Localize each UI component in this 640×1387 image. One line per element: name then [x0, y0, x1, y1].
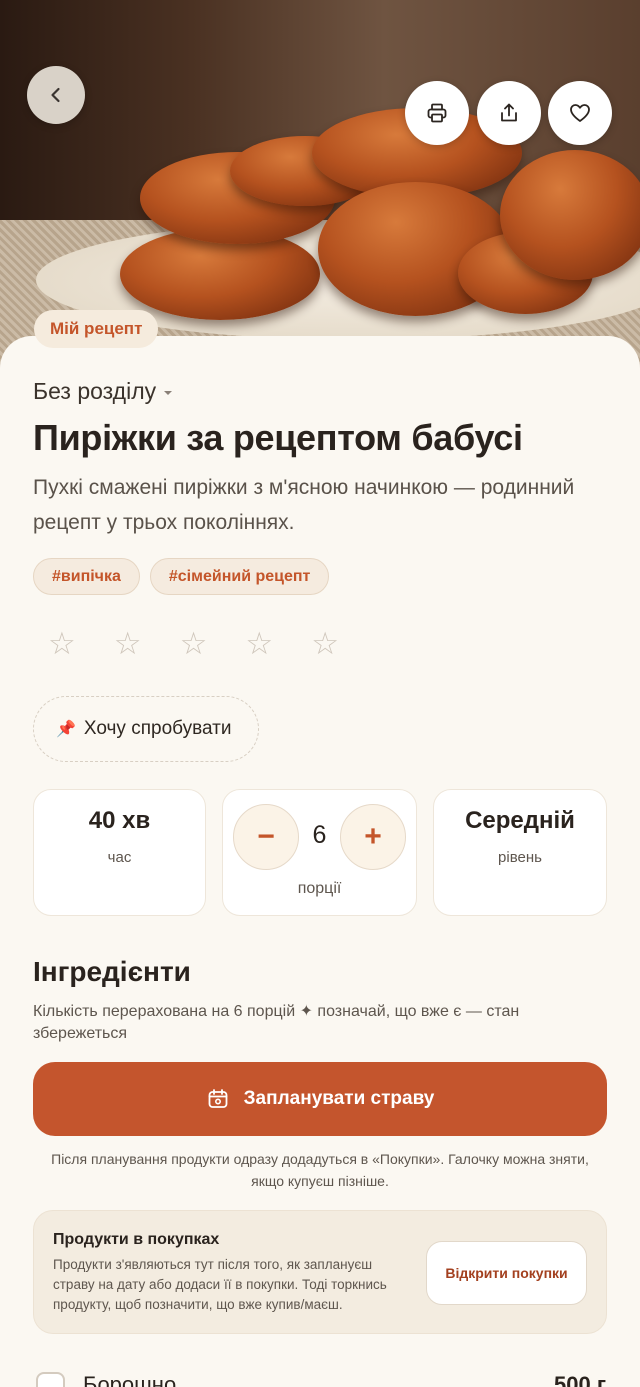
- share-button[interactable]: [477, 81, 541, 145]
- star-icon[interactable]: ☆: [245, 624, 273, 664]
- chevron-left-icon: [51, 87, 60, 103]
- ingredients-heading: Інгредієнти: [33, 956, 191, 987]
- tag-chip[interactable]: #випічка: [33, 558, 140, 595]
- back-button[interactable]: [27, 66, 85, 124]
- difficulty-value: Середній: [465, 807, 575, 834]
- star-icon[interactable]: ☆: [180, 624, 208, 664]
- shopping-card-text: Продукти з'являються тут після того, як …: [53, 1257, 387, 1312]
- want-to-try-button[interactable]: 📌 Хочу спробувати: [33, 696, 259, 762]
- want-to-try-label: Хочу спробувати: [83, 718, 232, 739]
- caret-down-icon: [164, 391, 173, 395]
- ingredient-quantity: 500 г: [554, 1372, 606, 1387]
- print-icon: [427, 103, 447, 123]
- ingredients-hint: Кількість перерахована на 6 порцій ✦ поз…: [33, 1003, 520, 1042]
- recipe-title: Пиріжки за рецептом бабусі: [33, 417, 523, 458]
- rating-stars: ☆ ☆ ☆ ☆ ☆: [48, 624, 339, 664]
- difficulty-card: Середній рівень: [433, 789, 607, 916]
- difficulty-label: рівень: [498, 849, 542, 866]
- ingredient-row[interactable]: Борошно 500 г: [36, 1366, 606, 1387]
- star-icon[interactable]: ☆: [311, 624, 339, 664]
- pushpin-icon: 📌: [56, 721, 76, 738]
- favorite-button[interactable]: [548, 81, 612, 145]
- section-label: Без розділу: [33, 378, 157, 404]
- shopping-info-card: Продукти в покупках Продукти з'являються…: [33, 1210, 607, 1334]
- calendar-icon: [208, 1089, 228, 1108]
- star-icon[interactable]: ☆: [48, 624, 76, 664]
- increase-servings-button[interactable]: +: [340, 804, 406, 870]
- print-button[interactable]: [405, 81, 469, 145]
- plan-note: Після планування продукти одразу додадут…: [51, 1151, 589, 1189]
- my-recipe-badge: Мій рецепт: [34, 310, 159, 348]
- star-icon[interactable]: ☆: [114, 624, 142, 664]
- hero-bun: [500, 150, 640, 280]
- open-shopping-button[interactable]: Відкрити покупки: [426, 1241, 587, 1305]
- share-icon: [501, 103, 517, 122]
- servings-stepper: − 6 + порції: [222, 789, 417, 916]
- plan-dish-label: Запланувати страву: [243, 1088, 435, 1109]
- time-card: 40 хв час: [33, 789, 206, 916]
- plan-dish-button[interactable]: Запланувати страву: [33, 1062, 607, 1136]
- ingredient-name: Борошно: [83, 1372, 177, 1387]
- time-value: 40 хв: [88, 807, 151, 834]
- section-selector[interactable]: Без розділу: [33, 378, 173, 405]
- tag-chip[interactable]: #сімейний рецепт: [149, 558, 330, 595]
- tag-list: #випічка #сімейний рецепт: [33, 558, 330, 595]
- heart-icon: [570, 104, 590, 122]
- ingredient-checkbox[interactable]: [36, 1372, 65, 1387]
- shopping-card-title: Продукти в покупках: [53, 1231, 220, 1248]
- time-label: час: [107, 849, 132, 866]
- servings-label: порції: [297, 880, 342, 897]
- recipe-description: Пухкі смажені пиріжки з м'ясною начинкою…: [33, 476, 575, 534]
